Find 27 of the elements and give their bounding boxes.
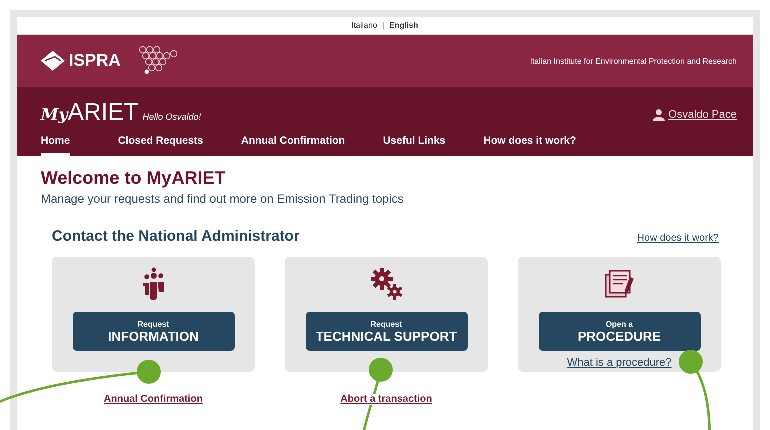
logo-text: ISPRA xyxy=(69,51,121,71)
nav-tab[interactable]: How does it work? xyxy=(484,135,576,156)
procedure-link[interactable]: What is a procedure? xyxy=(567,357,672,369)
request-button[interactable]: Open a PROCEDURE xyxy=(538,312,700,351)
section-title: Contact the National Administrator xyxy=(52,228,300,245)
nav-tab[interactable]: Annual Confirmation xyxy=(241,135,346,156)
nav-tab[interactable]: Useful Links xyxy=(383,135,446,156)
help-link[interactable]: How does it work? xyxy=(637,233,719,244)
language-link[interactable]: Italiano xyxy=(352,21,378,30)
user-icon xyxy=(652,109,665,121)
diamond-logo-icon xyxy=(41,51,65,71)
language-link[interactable]: English xyxy=(389,21,418,30)
card-link[interactable]: Abort a transaction xyxy=(338,394,434,405)
greeting: Hello Osvaldo! xyxy=(142,112,202,122)
user-link[interactable]: Osvaldo Pace xyxy=(668,109,737,121)
app-logo-name: ARIET xyxy=(68,99,139,127)
gears-icon xyxy=(370,267,404,301)
nav-tab[interactable]: Home xyxy=(41,135,70,156)
page-subtitle: Manage your requests and find out more on Emission Trading topics xyxy=(41,192,405,206)
app-logo-prefix: My xyxy=(41,105,68,124)
card-link[interactable]: Annual Confirmation xyxy=(102,394,205,405)
page-title: Welcome to MyARIET xyxy=(41,168,227,189)
nav-tab[interactable]: Closed Requests xyxy=(118,135,204,156)
separator: | xyxy=(382,21,384,30)
request-button[interactable]: Request INFORMATION xyxy=(72,312,234,351)
institute-name: Italian Institute for Environmental Protection and Research xyxy=(530,56,737,66)
request-button[interactable]: Request TECHNICAL SUPPORT xyxy=(306,312,468,351)
